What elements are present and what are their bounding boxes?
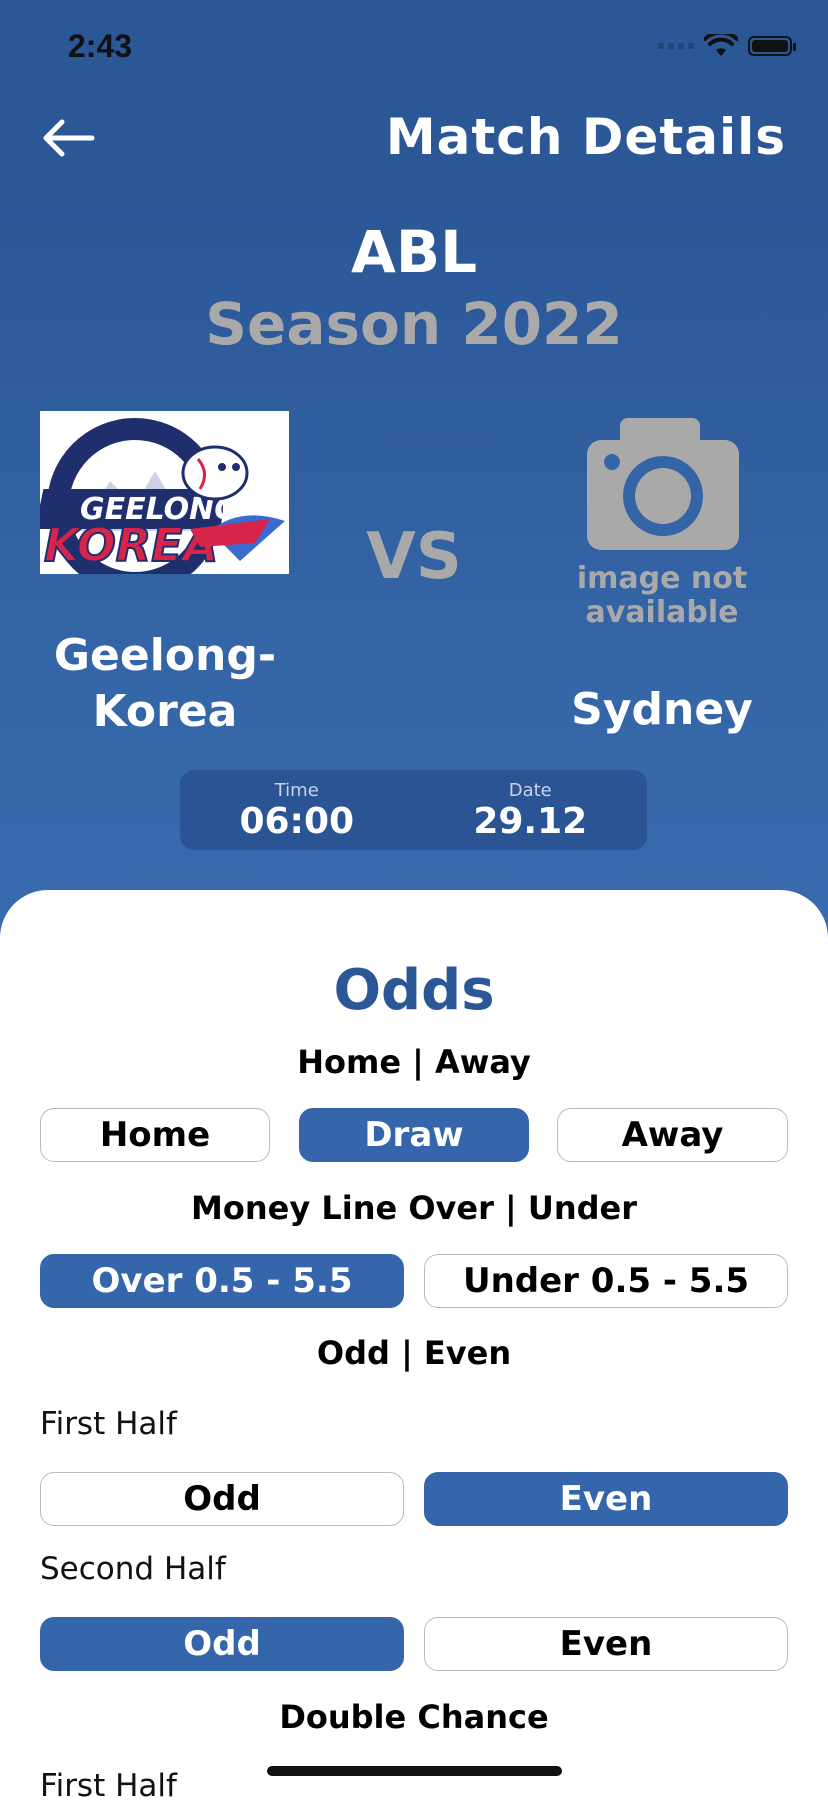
second-half-even-option[interactable]: Even	[424, 1617, 788, 1671]
match-time: Time 06:00	[180, 770, 414, 850]
home-team-name: Geelong- Korea	[53, 630, 277, 737]
cellular-signal-icon	[658, 43, 694, 49]
time-value: 06:00	[239, 801, 355, 842]
double-chance-first-half-label: First Half	[40, 1768, 177, 1804]
odds-option-draw[interactable]: Draw	[299, 1108, 529, 1162]
away-team-logo-placeholder: image not available	[562, 410, 762, 640]
date-label: Date	[508, 780, 552, 801]
odds-title: Odds	[333, 958, 495, 1023]
odds-option-away[interactable]: Away	[557, 1108, 788, 1162]
date-value: 29.12	[473, 801, 588, 842]
home-logo-text-bottom: KOREA	[44, 518, 218, 572]
time-label: Time	[274, 780, 319, 801]
status-time: 2:43	[68, 28, 133, 64]
wifi-icon	[704, 34, 738, 56]
odds-option-home[interactable]: Home	[40, 1108, 270, 1162]
match-time-date-box: Time 06:00 Date 29.12	[180, 770, 647, 850]
first-half-even-option[interactable]: Even	[424, 1472, 788, 1526]
home-away-heading: Home | Away	[297, 1043, 531, 1081]
match-date: Date 29.12	[414, 770, 648, 850]
odd-even-heading: Odd | Even	[316, 1334, 512, 1372]
home-team-logo: GEELONG KOREA	[40, 411, 289, 574]
home-indicator	[267, 1766, 562, 1776]
battery-icon	[748, 36, 796, 56]
back-arrow-icon	[43, 119, 95, 157]
second-half-odd-option[interactable]: Odd	[40, 1617, 404, 1671]
season-label: Season 2022	[205, 290, 623, 358]
status-icons	[658, 34, 796, 58]
odds-option-under[interactable]: Under 0.5 - 5.5	[424, 1254, 788, 1308]
second-half-label: Second Half	[40, 1551, 226, 1587]
first-half-odd-option[interactable]: Odd	[40, 1472, 404, 1526]
versus-label: VS	[366, 520, 462, 594]
first-half-label: First Half	[40, 1406, 177, 1442]
league-name: ABL	[350, 218, 478, 286]
back-button[interactable]	[40, 118, 96, 158]
double-chance-heading: Double Chance	[279, 1698, 549, 1736]
odds-option-over[interactable]: Over 0.5 - 5.5	[40, 1254, 404, 1308]
page-title: Match Details	[385, 108, 786, 166]
image-not-available-text: image not available	[576, 561, 748, 630]
money-line-heading: Money Line Over | Under	[191, 1189, 637, 1227]
away-team-name: Sydney	[571, 684, 753, 735]
